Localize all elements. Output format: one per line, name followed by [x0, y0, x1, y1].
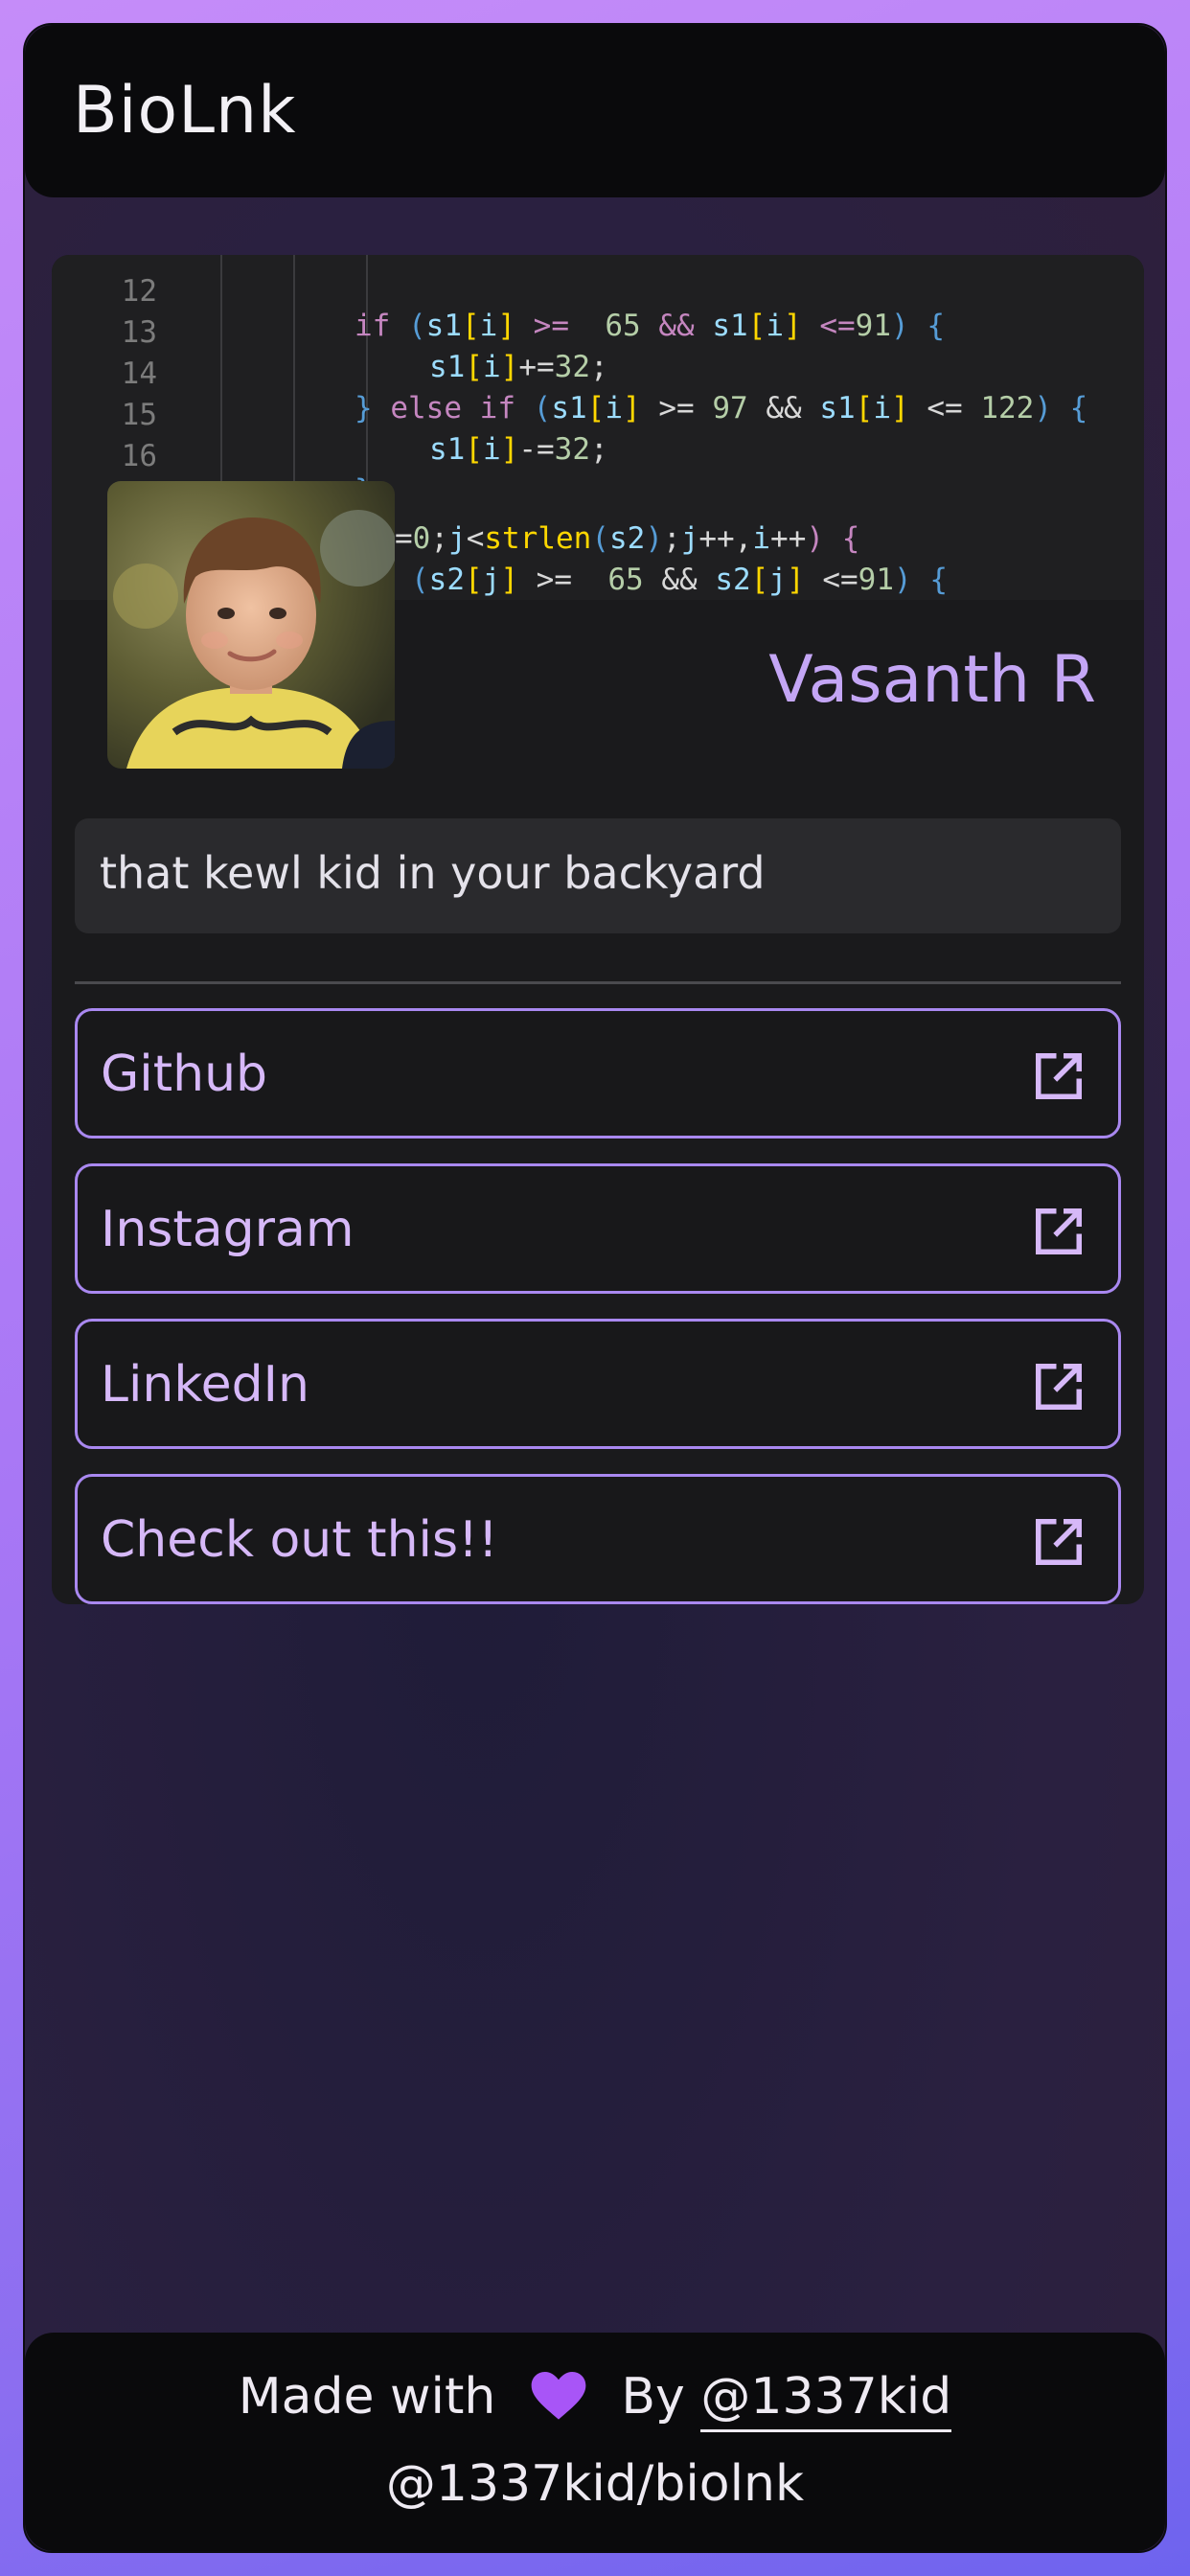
external-link-icon [1036, 1053, 1082, 1099]
external-link-icon [1036, 1519, 1082, 1565]
avatar [107, 481, 395, 769]
code-line: 12 if (s1[i] >= 65 && s1[i] <=91) { [121, 274, 946, 343]
link-label: Instagram [101, 1201, 355, 1258]
footer-credit: Made with By @1337kid [25, 2365, 1165, 2432]
app-title[interactable]: BioLnk [73, 73, 297, 149]
link-instagram[interactable]: Instagram [75, 1163, 1121, 1294]
made-with-text: Made with [238, 2368, 496, 2426]
repo-link[interactable]: @1337kid/biolnk [25, 2455, 1165, 2513]
link-label: Check out this!! [101, 1511, 498, 1569]
link-github[interactable]: Github [75, 1008, 1121, 1138]
author-handle-link[interactable]: @1337kid [700, 2368, 952, 2432]
profile-name: Vasanth R [768, 642, 1096, 718]
link-label: LinkedIn [101, 1356, 309, 1414]
code-line: 14 } else if (s1[i] >= 97 && s1[i] <= 12… [121, 356, 1088, 426]
link-linkedin[interactable]: LinkedIn [75, 1319, 1121, 1449]
avatar-image [107, 481, 395, 769]
profile-card: 12 if (s1[i] >= 65 && s1[i] <=91) { 13 s… [52, 255, 1144, 1604]
link-label: Github [101, 1046, 268, 1103]
code-line: 13 s1[i]+=32; [121, 315, 608, 384]
profile-bio: that kewl kid in your backyard [75, 818, 1121, 933]
app-footer: Made with By @1337kid @1337kid/biolnk [25, 2333, 1165, 2551]
app-frame: BioLnk 12 if (s1[i] >= 65 && s1[i] <=91)… [23, 23, 1167, 2553]
external-link-icon [1036, 1364, 1082, 1410]
code-line: 16 } [121, 439, 373, 508]
by-text: By [621, 2368, 685, 2426]
code-line: 15 s1[i]-=32; [121, 398, 608, 467]
external-link-icon [1036, 1208, 1082, 1254]
divider [75, 981, 1121, 984]
app-header: BioLnk [25, 25, 1165, 197]
heart-icon [531, 2372, 586, 2420]
link-check-out[interactable]: Check out this!! [75, 1474, 1121, 1604]
